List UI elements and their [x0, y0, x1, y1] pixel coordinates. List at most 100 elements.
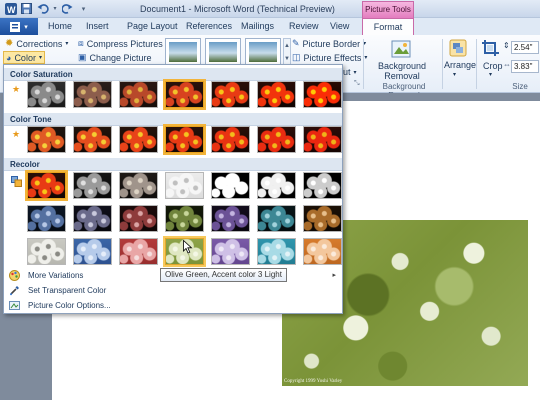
chevron-down-icon: ▾	[65, 41, 69, 47]
group-separator	[476, 39, 477, 89]
color-swatch[interactable]	[119, 172, 158, 199]
color-swatch[interactable]	[27, 238, 66, 265]
picture-effects-button[interactable]: ◫ Picture Effects ▾	[292, 52, 367, 63]
chevron-down-icon: ▾	[353, 69, 357, 76]
color-swatch[interactable]	[303, 238, 342, 265]
color-swatch[interactable]	[303, 172, 342, 199]
height-field[interactable]: 2.54"	[511, 41, 539, 54]
redo-icon[interactable]	[61, 2, 74, 15]
picture-style-thumb[interactable]	[165, 38, 201, 66]
save-icon[interactable]	[20, 2, 33, 15]
recolor-row	[25, 170, 342, 201]
file-menu-icon	[10, 21, 21, 32]
color-swatch[interactable]	[303, 126, 342, 153]
crop-button[interactable]: Crop	[483, 61, 503, 71]
tab-insert[interactable]: Insert	[86, 21, 109, 31]
arrange-label: Arrange	[444, 60, 477, 70]
change-picture-button[interactable]: ▣ Change Picture	[78, 52, 152, 63]
color-swatch[interactable]	[73, 205, 112, 232]
color-swatch[interactable]	[27, 81, 66, 108]
star-icon: ★	[11, 128, 21, 139]
picture-tools-label: Picture Tools	[362, 1, 414, 18]
tab-references[interactable]: References	[186, 21, 232, 31]
color-swatch[interactable]	[27, 126, 66, 153]
undo-icon[interactable]	[36, 2, 49, 15]
file-tab[interactable]: ▾	[0, 18, 38, 35]
picture-border-button[interactable]: ✎ Picture Border ▾	[292, 38, 366, 49]
background-removal-icon[interactable]	[391, 39, 411, 61]
color-swatch[interactable]	[25, 170, 68, 201]
window-title: Document1 - Microsoft Word (Technical Pr…	[140, 4, 335, 14]
color-tone-header: Color Tone	[4, 113, 342, 126]
background-removal-button[interactable]: Background Removal	[374, 61, 430, 81]
undo-dropdown-icon[interactable]: ▾	[52, 2, 58, 15]
arrange-icon[interactable]	[449, 39, 467, 59]
background-removal-label-line2: Removal	[384, 71, 420, 81]
color-options-icon	[8, 299, 21, 312]
picture-style-thumb[interactable]	[245, 38, 281, 66]
customize-toolbar-icon[interactable]: ▾	[77, 2, 90, 15]
height-icon: ⇕	[503, 41, 510, 50]
picture-copyright-text: Copyright 1999 Yoshi Varley	[284, 379, 343, 384]
corrections-label: Corrections	[16, 38, 63, 49]
color-swatch[interactable]	[211, 81, 250, 108]
picture-layout-button-partial[interactable]: ut ▾	[343, 67, 357, 77]
set-transparent-color-item[interactable]: Set Transparent Color	[8, 283, 340, 297]
group-separator	[363, 39, 364, 89]
picture-color-options-item[interactable]: Picture Color Options...	[8, 298, 340, 312]
picture-styles-gallery[interactable]	[165, 38, 283, 66]
color-swatch[interactable]	[119, 205, 158, 232]
tab-home[interactable]: Home	[48, 21, 72, 31]
color-swatch[interactable]	[257, 238, 296, 265]
tab-mailings[interactable]: Mailings	[241, 21, 274, 31]
color-swatch[interactable]	[211, 126, 250, 153]
color-button[interactable]: ◕ Color ▾	[3, 51, 45, 64]
tab-review[interactable]: Review	[289, 21, 319, 31]
color-swatch[interactable]	[257, 172, 296, 199]
palette-icon	[8, 269, 21, 282]
color-swatch[interactable]	[119, 238, 158, 265]
crop-icon[interactable]	[481, 39, 501, 59]
color-swatch[interactable]	[211, 172, 250, 199]
picture-effects-icon: ◫	[292, 52, 301, 62]
eyedropper-icon	[8, 284, 21, 297]
scroll-down-icon[interactable]: ▼	[284, 56, 290, 62]
tab-page-layout[interactable]: Page Layout	[127, 21, 178, 31]
picture-effects-label: Picture Effects	[303, 52, 362, 63]
tab-view[interactable]: View	[330, 21, 349, 31]
gallery-scroll[interactable]: ▲ ▼	[283, 38, 291, 66]
color-swatch[interactable]	[211, 238, 250, 265]
color-swatch[interactable]	[73, 81, 112, 108]
width-field[interactable]: 3.83"	[511, 60, 539, 73]
size-group-label: Size	[512, 82, 528, 91]
corrections-button[interactable]: ✹ Corrections ▾	[5, 38, 68, 49]
picture-color-options-label: Picture Color Options...	[28, 300, 111, 310]
color-swatch[interactable]	[303, 81, 342, 108]
color-swatch[interactable]	[257, 126, 296, 153]
swatch-tooltip: Olive Green, Accent color 3 Light	[160, 268, 287, 282]
color-swatch[interactable]	[303, 205, 342, 232]
picture-style-thumb[interactable]	[205, 38, 241, 66]
color-swatch[interactable]	[257, 205, 296, 232]
picture-border-label: Picture Border	[302, 38, 361, 49]
compress-pictures-button[interactable]: ⧈ Compress Pictures	[78, 38, 163, 49]
color-swatch[interactable]	[211, 205, 250, 232]
dialog-launcher-icon[interactable]: ⤡	[354, 80, 360, 88]
color-swatch[interactable]	[73, 126, 112, 153]
color-swatch[interactable]	[73, 238, 112, 265]
color-swatch[interactable]	[73, 172, 112, 199]
color-label: Color	[14, 52, 36, 63]
scroll-up-icon[interactable]: ▲	[284, 43, 290, 49]
color-swatch[interactable]	[119, 81, 158, 108]
width-icon: ⇔	[503, 60, 511, 69]
color-swatch[interactable]	[27, 205, 66, 232]
color-swatch[interactable]	[257, 81, 296, 108]
color-swatch[interactable]	[165, 172, 204, 199]
color-swatch[interactable]	[163, 124, 206, 155]
arrange-button[interactable]: Arrange	[444, 60, 476, 70]
color-swatch[interactable]	[163, 79, 206, 110]
color-swatch[interactable]	[165, 205, 204, 232]
color-swatch[interactable]	[119, 126, 158, 153]
tab-format[interactable]: Format	[362, 18, 414, 35]
word-logo-icon[interactable]: W	[4, 2, 17, 15]
